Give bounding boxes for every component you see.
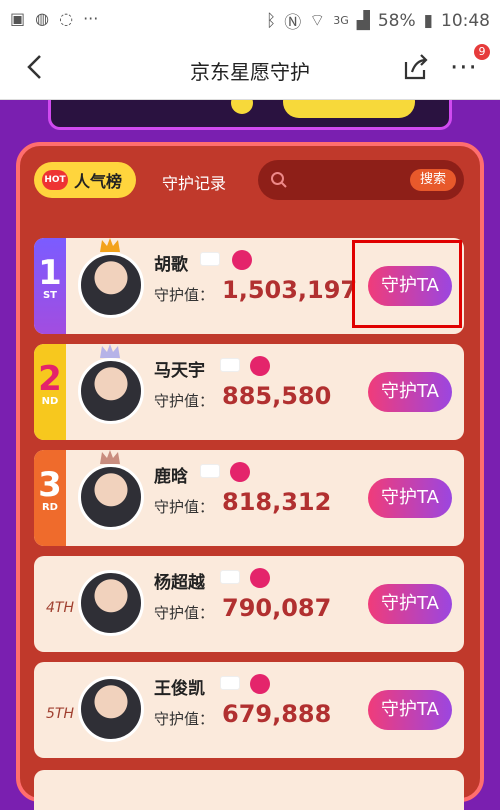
ranking-row-3: 3 RD 鹿晗 守护值： 818,312 守护TA [34, 450, 464, 546]
rank-number: 5TH [46, 706, 74, 722]
hot-icon: HOT [42, 170, 68, 190]
signal-icon: ▟ [356, 10, 370, 31]
guard-value: 818,312 [222, 488, 332, 516]
nav-bar: 京东星愿守护 ··· 9 [0, 36, 500, 100]
battery-percent: 58% [377, 10, 416, 31]
brand-logo [200, 464, 220, 478]
guard-value: 790,087 [222, 594, 332, 622]
tab-popularity[interactable]: HOT 人气榜 [34, 162, 136, 198]
rank-badge: 2 ND [34, 344, 66, 440]
rank-badge: 3 RD [34, 450, 66, 546]
guard-value: 1,503,197 [222, 276, 358, 304]
app-icon: ◌ [59, 9, 74, 28]
detail-arrow-icon[interactable] [250, 674, 270, 694]
search-bar: 搜索 [258, 160, 464, 200]
avatar[interactable] [78, 570, 144, 636]
avatar[interactable] [78, 358, 144, 424]
detail-arrow-icon[interactable] [250, 568, 270, 588]
guard-value: 885,580 [222, 382, 332, 410]
clock: 10:48 [441, 10, 490, 31]
bluetooth-icon: ᛒ [266, 10, 277, 31]
rank-number: 1 [38, 253, 62, 293]
more-notifications-icon: ··· [83, 9, 99, 28]
rank-number: 2 [38, 359, 62, 399]
avatar[interactable] [78, 464, 144, 530]
avatar[interactable] [78, 676, 144, 742]
star-name: 王俊凯 [154, 679, 205, 699]
star-name: 胡歌 [154, 255, 188, 275]
tab-popularity-label: 人气榜 [74, 172, 123, 191]
ranking-row-4: 4TH 杨超越 守护值： 790,087 守护TA [34, 556, 464, 652]
detail-arrow-icon[interactable] [250, 356, 270, 376]
rank-number: 3 [38, 465, 62, 505]
brand-logo [200, 252, 220, 266]
brand-logo [220, 358, 240, 372]
top-banner[interactable] [48, 100, 452, 130]
share-icon[interactable] [400, 52, 432, 84]
guard-value-label: 守护值： [154, 498, 215, 516]
search-icon [271, 172, 287, 188]
guard-value: 679,888 [222, 700, 332, 728]
detail-arrow-icon[interactable] [232, 250, 252, 270]
star-name: 杨超越 [154, 573, 205, 593]
highlight-box [352, 240, 462, 328]
tab-guard-record[interactable]: 守护记录 [162, 170, 226, 194]
guard-button[interactable]: 守护TA [368, 690, 452, 730]
guard-button[interactable]: 守护TA [368, 372, 452, 412]
guard-button[interactable]: 守护TA [368, 478, 452, 518]
detail-arrow-icon[interactable] [230, 462, 250, 482]
battery-icon: ▮ [423, 10, 433, 31]
guard-value-label: 守护值： [154, 286, 215, 304]
tab-bar: HOT 人气榜 守护记录 搜索 [16, 146, 484, 218]
status-bar: ▣ ◍ ◌ ··· ᛒ Ⓝ ⌔ 3G ▟ 58% ▮ 10:48 [0, 0, 500, 36]
star-name: 鹿晗 [154, 467, 188, 487]
search-button[interactable]: 搜索 [410, 169, 456, 191]
guard-value-label: 守护值： [154, 710, 215, 728]
ranking-row-5: 5TH 王俊凯 守护值： 679,888 守护TA [34, 662, 464, 758]
guard-button[interactable]: 守护TA [368, 584, 452, 624]
search-input[interactable] [294, 168, 402, 192]
brand-logo [220, 570, 240, 584]
star-name: 马天宇 [154, 361, 205, 381]
ranking-row-6 [34, 770, 464, 810]
banner-arrow-icon [231, 100, 253, 114]
rank-number: 4TH [46, 600, 74, 616]
ranking-row-2: 2 ND 马天宇 守护值： 885,580 守护TA [34, 344, 464, 440]
brand-logo [220, 676, 240, 690]
avatar[interactable] [78, 252, 144, 318]
wechat-icon: ◍ [35, 9, 50, 28]
rank-badge: 1 ST [34, 238, 66, 334]
guard-value-label: 守护值： [154, 392, 215, 410]
guard-value-label: 守护值： [154, 604, 215, 622]
banner-button[interactable] [283, 100, 415, 118]
wifi-icon: ⌔ [309, 11, 326, 31]
notification-badge: 9 [474, 44, 490, 60]
gallery-icon: ▣ [10, 9, 26, 28]
network-label: 3G [333, 14, 349, 27]
nfc-icon: Ⓝ [284, 13, 302, 33]
